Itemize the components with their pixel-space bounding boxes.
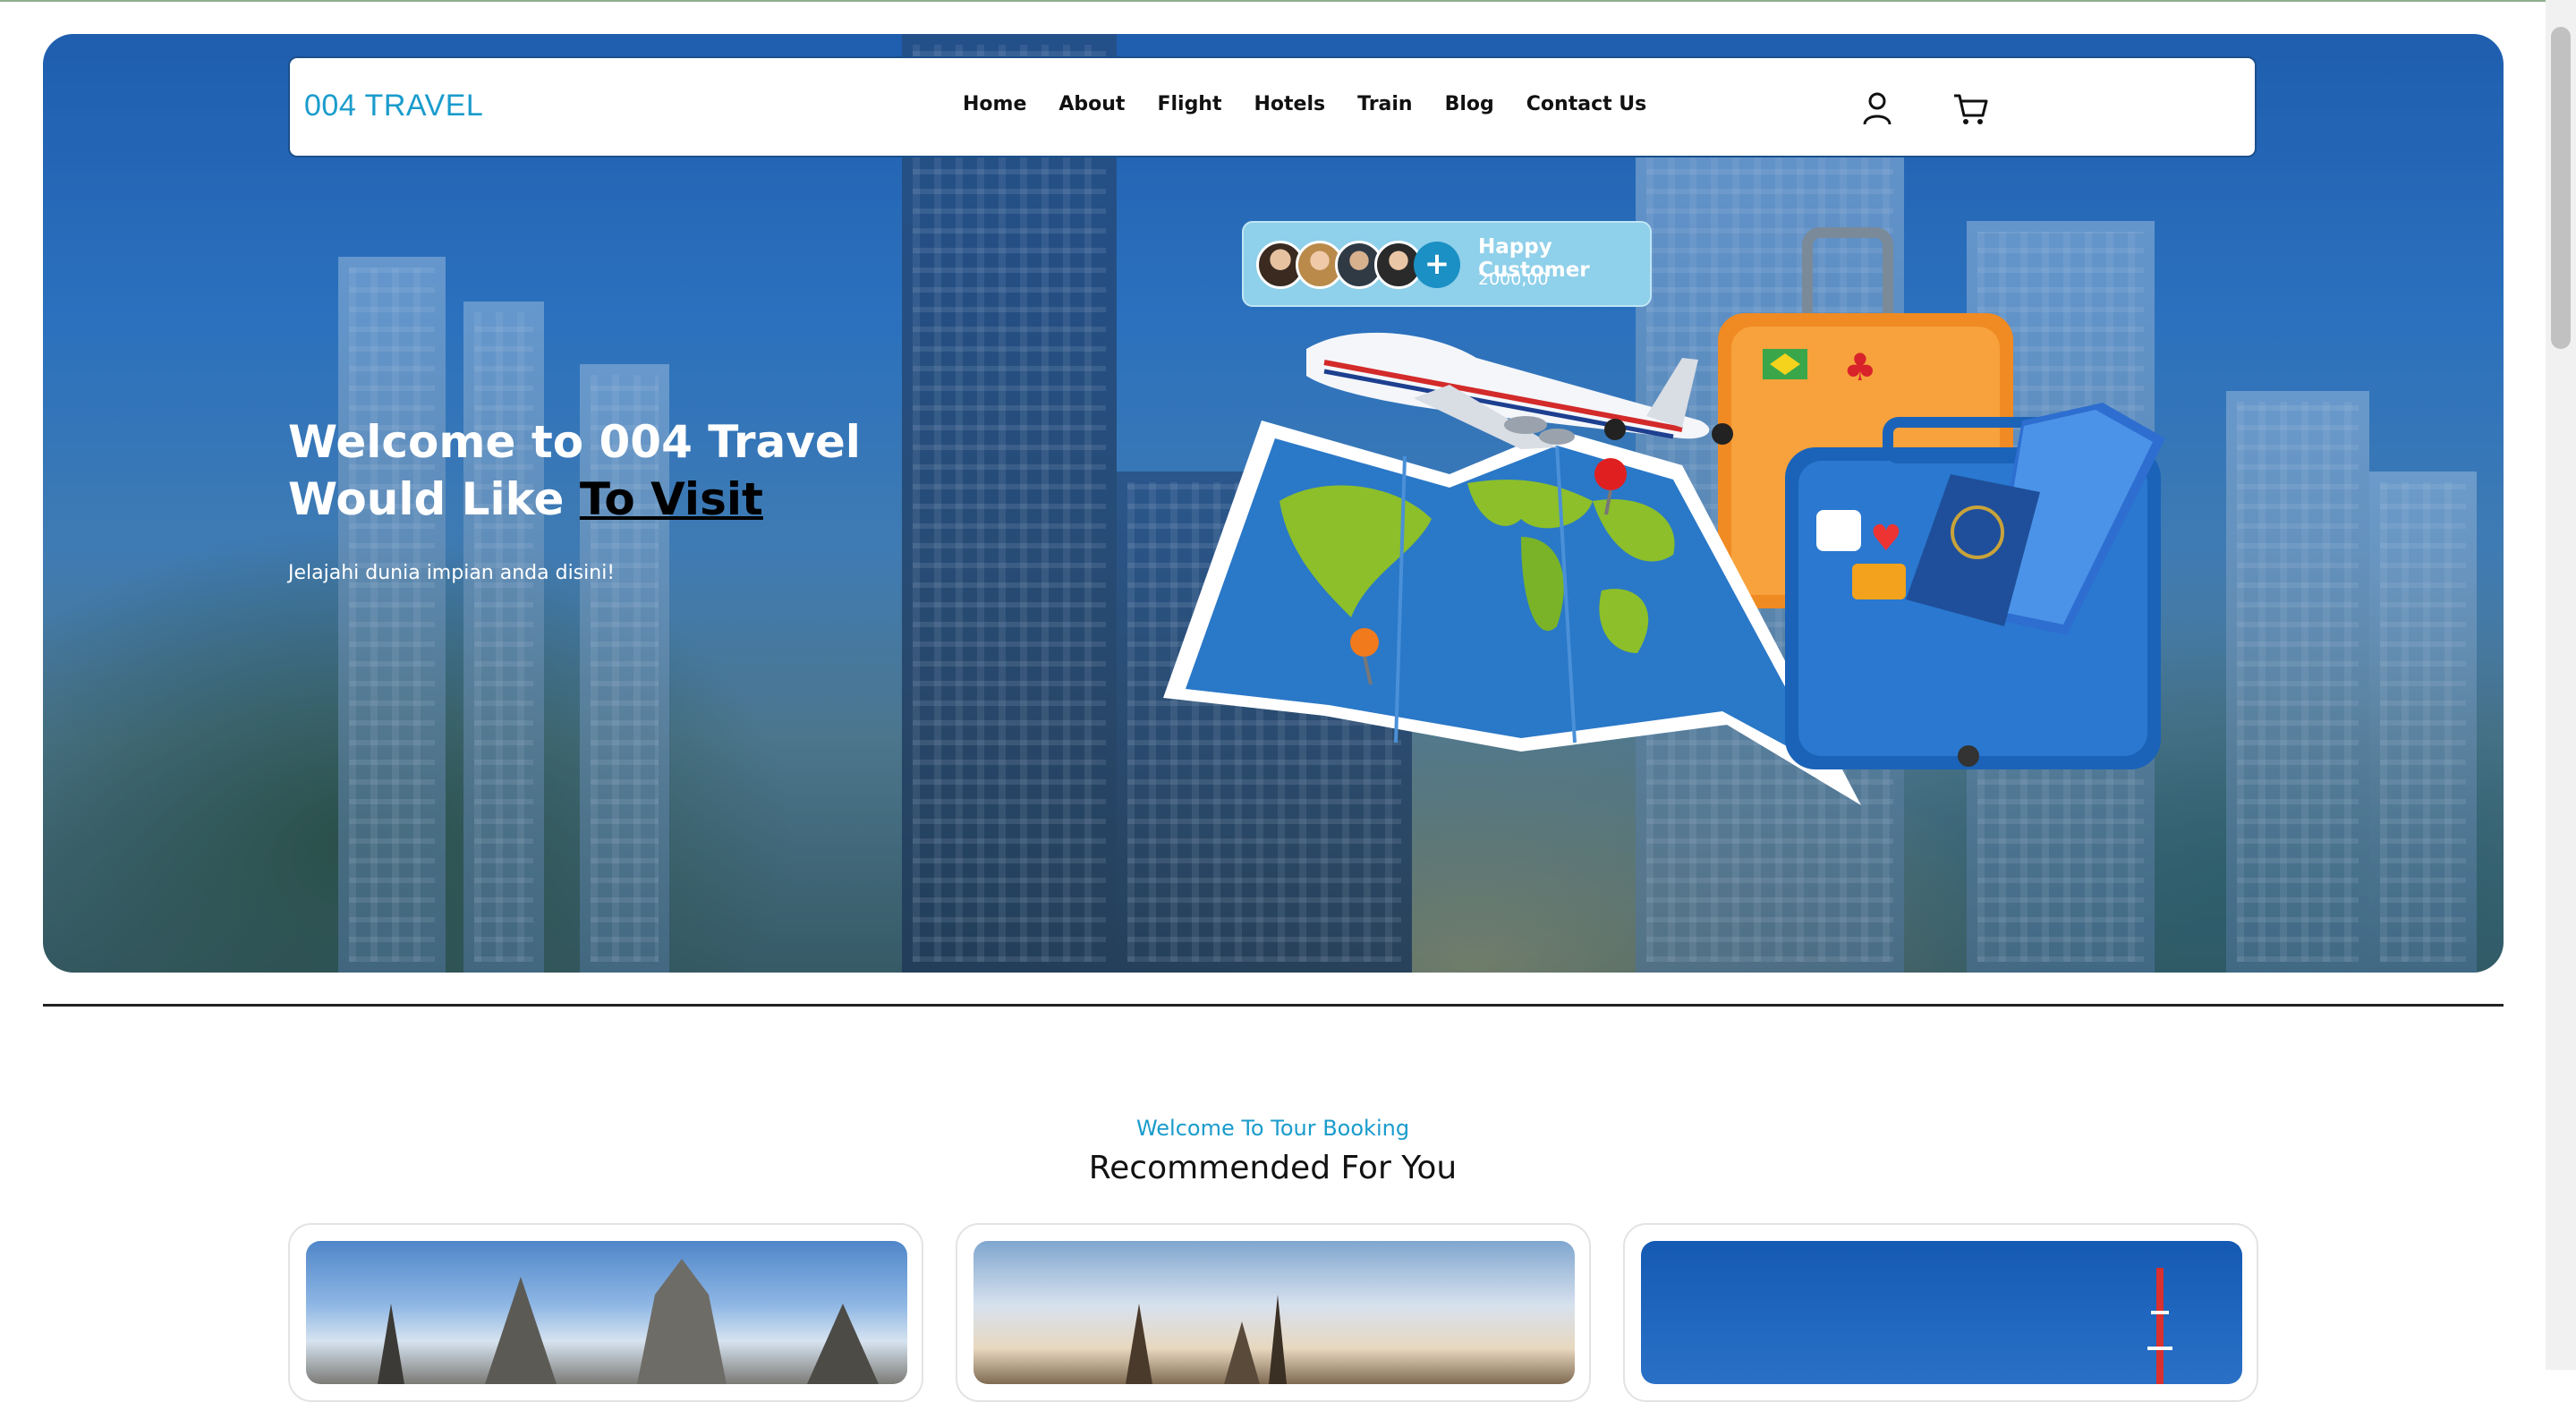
nav-home[interactable]: Home — [963, 93, 1026, 115]
brand-logo[interactable]: 004 TRAVEL — [304, 89, 483, 123]
tour-card-image[interactable] — [306, 1241, 907, 1384]
tour-card[interactable] — [1623, 1223, 2258, 1402]
travel-illustration: ♣ ♥ — [1163, 227, 2165, 805]
svg-text:♥: ♥ — [1870, 518, 1902, 559]
tour-card[interactable] — [956, 1223, 1591, 1402]
nav-menu: Home About Flight Hotels Train Blog Cont… — [963, 93, 1679, 115]
nav-about[interactable]: About — [1058, 93, 1125, 115]
hero-subtitle: Jelajahi dunia impian anda disini! — [288, 562, 616, 584]
browser-top-line — [0, 0, 2576, 2]
tour-card-image[interactable] — [973, 1241, 1575, 1384]
navbar: 004 TRAVEL Home About Flight Hotels Trai… — [288, 56, 2257, 157]
section-divider — [43, 1004, 2504, 1007]
section-kicker: Welcome To Tour Booking — [1135, 1116, 1410, 1141]
nav-hotels[interactable]: Hotels — [1254, 93, 1326, 115]
tour-card-image[interactable] — [1641, 1241, 2242, 1384]
hero-title-highlight[interactable]: To Visit — [580, 473, 763, 525]
svg-text:♣: ♣ — [1843, 345, 1877, 389]
tour-card[interactable] — [288, 1223, 923, 1402]
nav-train[interactable]: Train — [1357, 93, 1413, 115]
hero-title: Welcome to 004 Travel Would Like To Visi… — [288, 413, 861, 528]
nav-contact-us[interactable]: Contact Us — [1526, 93, 1646, 115]
hero-title-line1: Welcome to 004 Travel — [288, 416, 861, 468]
section-title: Recommended For You — [1088, 1150, 1458, 1186]
hero-title-line2-prefix: Would Like — [288, 473, 580, 525]
cart-icon[interactable] — [1951, 89, 1990, 128]
nav-blog[interactable]: Blog — [1445, 93, 1494, 115]
scrollbar-thumb[interactable] — [2551, 27, 2571, 349]
nav-flight[interactable]: Flight — [1157, 93, 1221, 115]
airplane-icon — [1306, 332, 1733, 449]
page-scrollbar[interactable] — [2546, 0, 2576, 1370]
user-icon[interactable] — [1858, 89, 1897, 128]
